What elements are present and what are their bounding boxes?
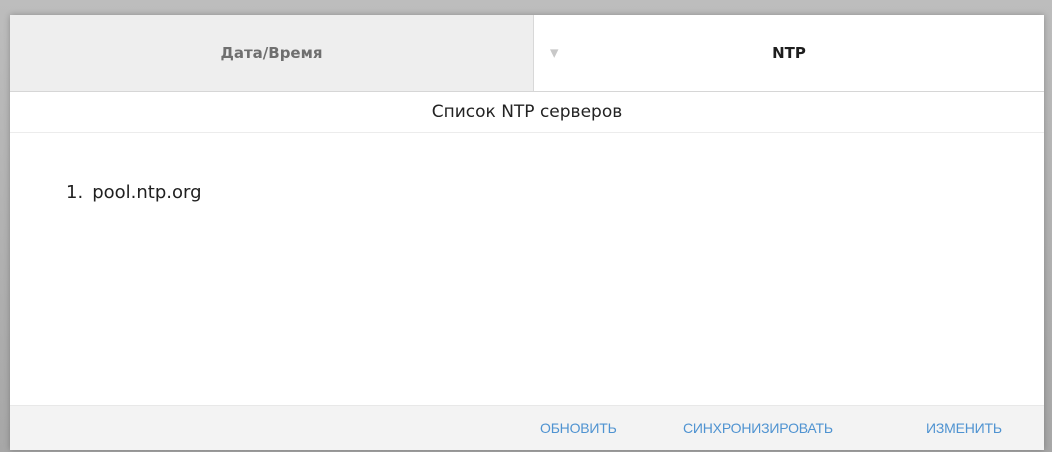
dropdown-caret-icon[interactable]: ▼: [550, 47, 558, 60]
tab-bar: Дата/Время ▼ NTP: [10, 15, 1044, 92]
edit-button[interactable]: ИЗМЕНИТЬ: [926, 420, 1002, 436]
ntp-server-list: 1. pool.ntp.org: [66, 181, 202, 205]
action-footer: ОБНОВИТЬ СИНХРОНИЗИРОВАТЬ ИЗМЕНИТЬ: [10, 405, 1044, 450]
sync-button[interactable]: СИНХРОНИЗИРОВАТЬ: [683, 420, 833, 436]
list-item: 1. pool.ntp.org: [66, 181, 202, 205]
server-index: 1.: [66, 182, 84, 203]
section-title: Список NTP серверов: [10, 91, 1044, 133]
tab-ntp-label: NTP: [772, 44, 806, 62]
window-backdrop: Дата/Время ▼ NTP Список NTP серверов 1. …: [0, 0, 1052, 452]
ntp-settings-panel: Дата/Время ▼ NTP Список NTP серверов 1. …: [10, 15, 1044, 450]
tab-datetime-label: Дата/Время: [220, 44, 323, 62]
server-host: pool.ntp.org: [92, 182, 202, 203]
refresh-button[interactable]: ОБНОВИТЬ: [540, 420, 617, 436]
tab-datetime[interactable]: Дата/Время: [10, 15, 534, 91]
tab-ntp[interactable]: ▼ NTP: [534, 15, 1044, 91]
